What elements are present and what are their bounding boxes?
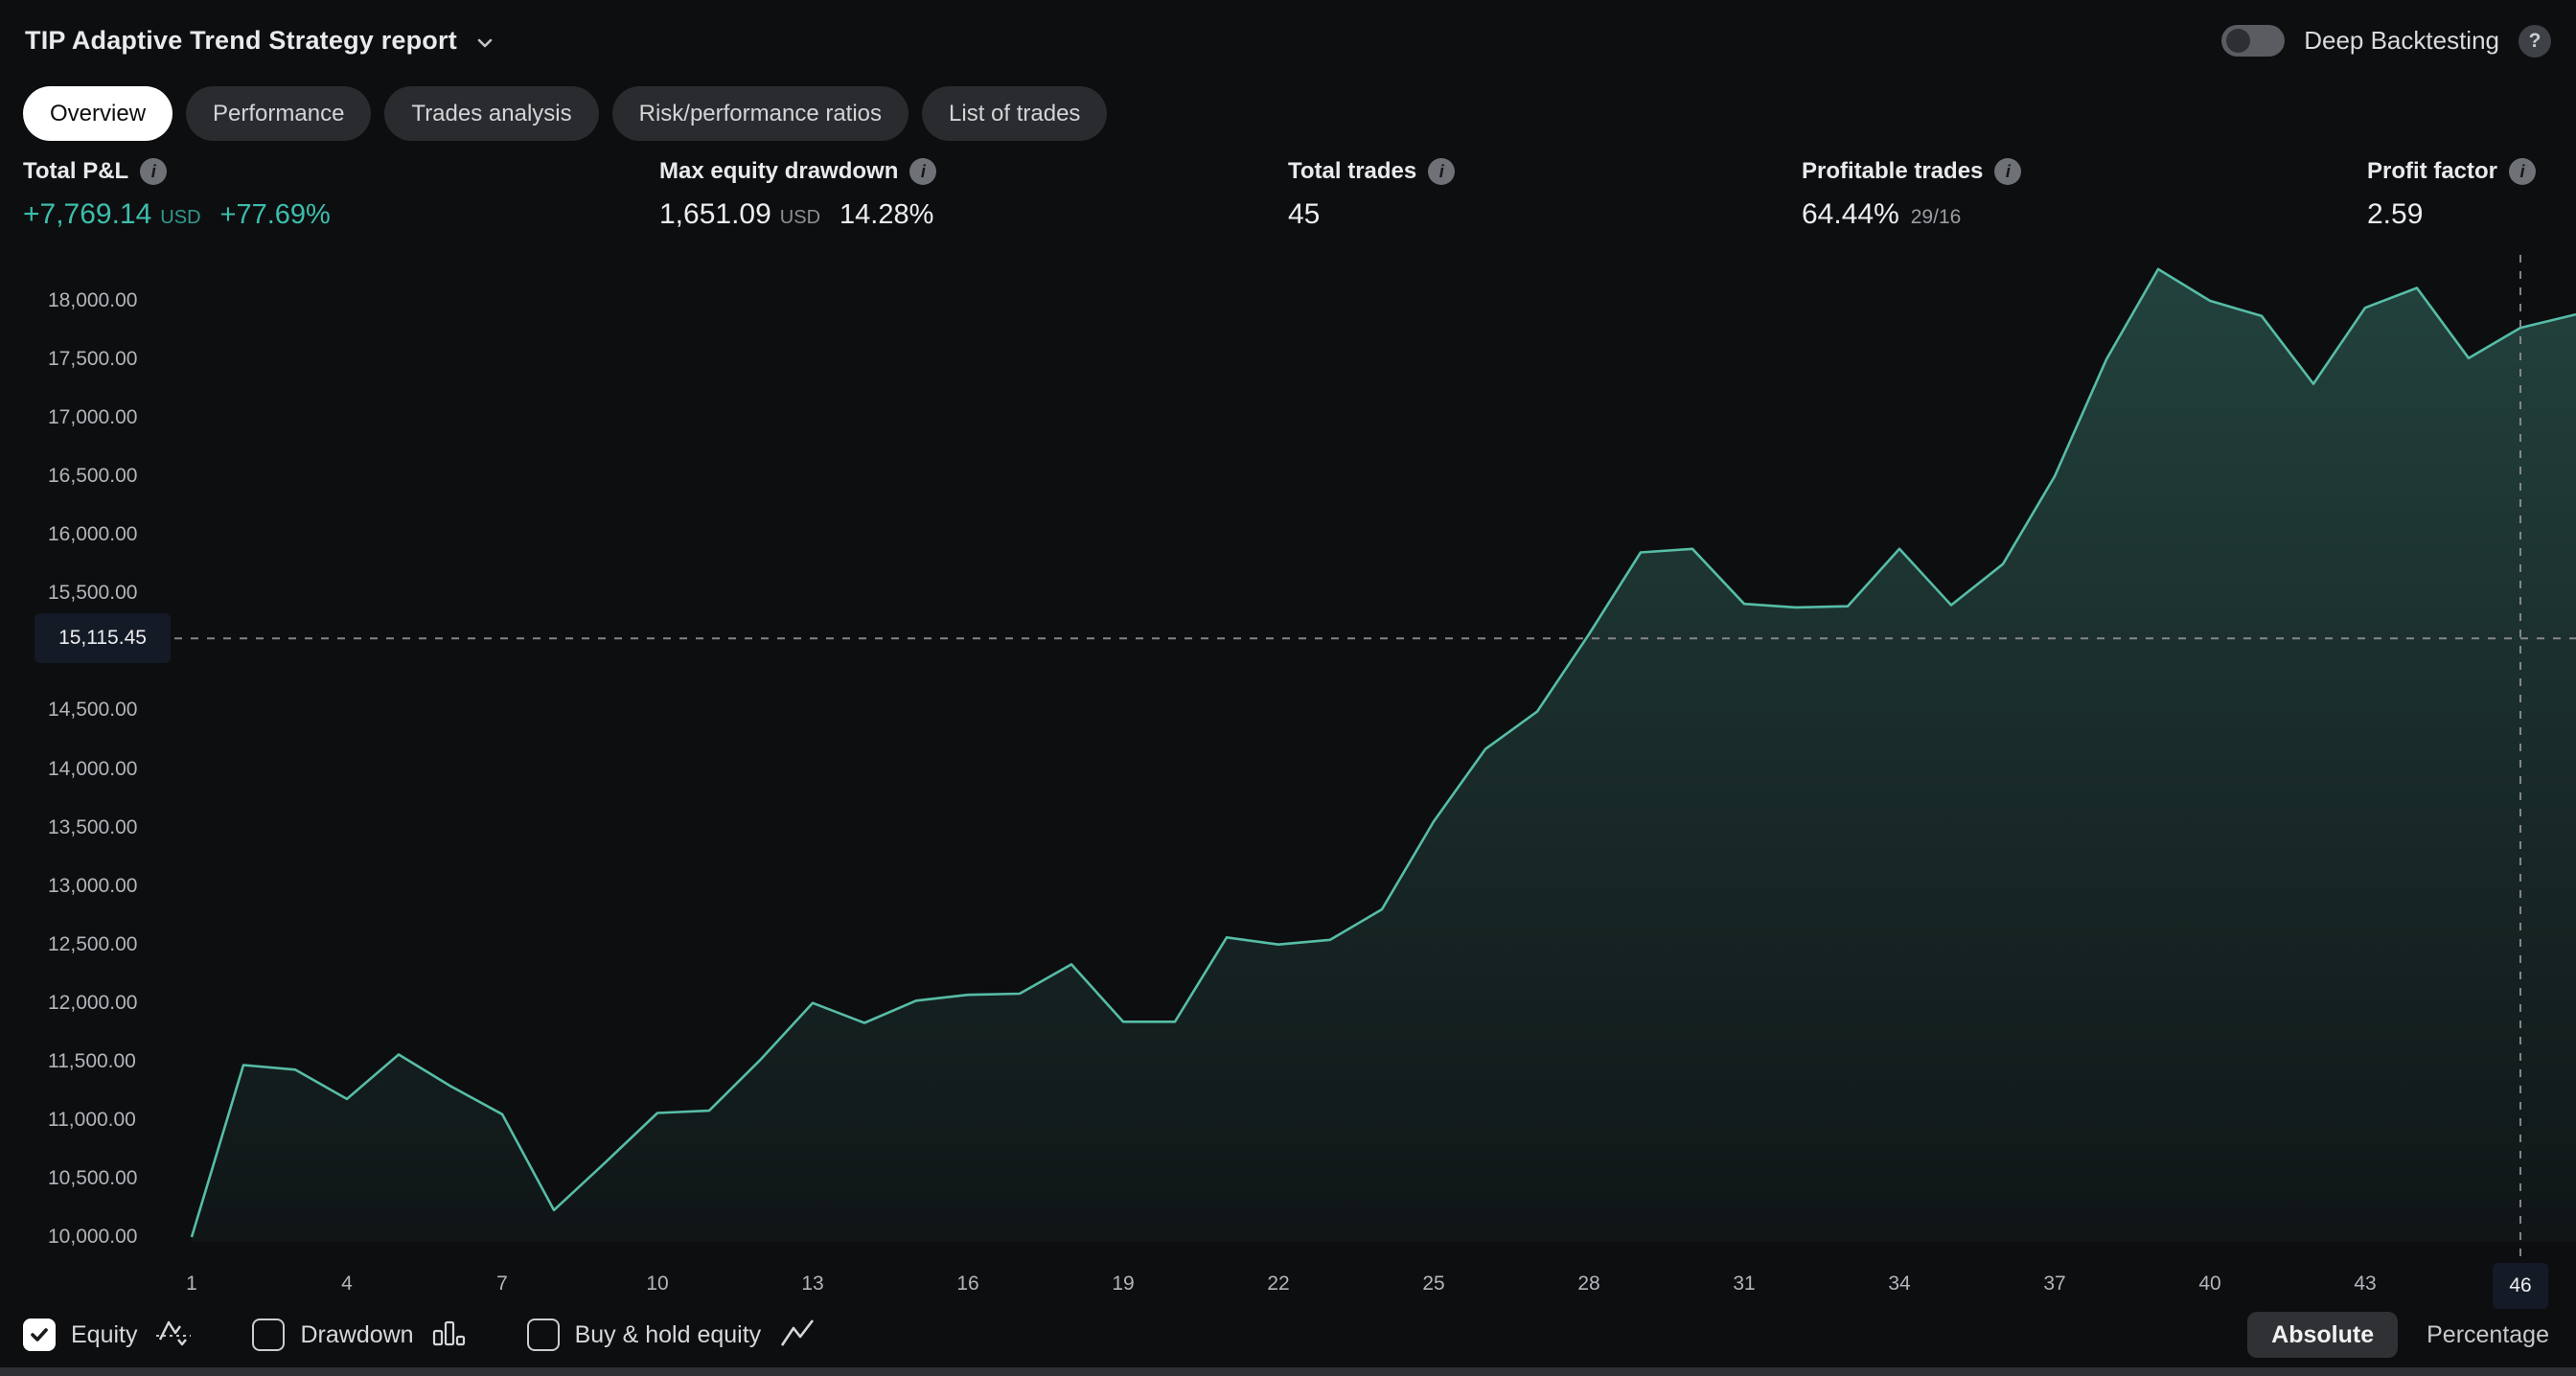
help-icon[interactable]: ? xyxy=(2518,25,2551,57)
equity-label: Equity xyxy=(71,1321,137,1349)
stat-ratio: 29/16 xyxy=(1911,206,1962,229)
crosshair-x-label: 46 xyxy=(2493,1263,2548,1309)
stat-currency: USD xyxy=(780,207,820,229)
stat-value: 2.59 xyxy=(2367,198,2423,231)
chevron-down-icon xyxy=(471,29,499,57)
y-axis-label: 13,500.00 xyxy=(48,816,137,839)
deep-backtesting-toggle[interactable] xyxy=(2221,25,2285,57)
x-axis-label: 43 xyxy=(2354,1273,2376,1296)
buy-hold-label: Buy & hold equity xyxy=(575,1321,762,1349)
stat-label: Profitable trades xyxy=(1802,158,1983,185)
equity-series-toggle[interactable]: Equity xyxy=(23,1317,193,1353)
x-axis-label: 25 xyxy=(1422,1273,1444,1296)
crosshair-price-label: 15,115.45 xyxy=(34,613,171,663)
y-axis-label: 14,500.00 xyxy=(48,699,137,722)
zigzag-line-icon xyxy=(778,1317,816,1353)
stat-currency: USD xyxy=(160,207,200,229)
x-axis-label: 4 xyxy=(341,1273,353,1296)
histogram-icon xyxy=(431,1317,468,1353)
stat-value: 1,651.09 xyxy=(659,198,771,231)
y-axis-label: 17,500.00 xyxy=(48,348,137,371)
stat-value: 64.44% xyxy=(1802,198,1899,231)
stat-label: Max equity drawdown xyxy=(659,158,898,185)
y-axis-label: 16,000.00 xyxy=(48,523,137,546)
stat-label: Total P&L xyxy=(23,158,128,185)
stat-label: Profit factor xyxy=(2367,158,2497,185)
tab-risk-performance-ratios[interactable]: Risk/performance ratios xyxy=(612,86,908,141)
percentage-mode-button[interactable]: Percentage xyxy=(2426,1321,2549,1349)
tab-overview[interactable]: Overview xyxy=(23,86,172,141)
y-axis-label: 15,500.00 xyxy=(48,582,137,605)
drawdown-label: Drawdown xyxy=(300,1321,413,1349)
x-axis-label: 16 xyxy=(956,1273,978,1296)
x-axis-label: 19 xyxy=(1112,1273,1134,1296)
info-icon[interactable]: i xyxy=(140,158,167,185)
stats-row: Total P&L i +7,769.14 USD +77.69% Max eq… xyxy=(0,158,2576,264)
absolute-mode-button[interactable]: Absolute xyxy=(2247,1312,2398,1358)
equity-checkbox[interactable] xyxy=(23,1319,56,1351)
y-axis-label: 16,500.00 xyxy=(48,465,137,488)
y-axis-label: 11,000.00 xyxy=(48,1109,136,1132)
y-axis-label: 18,000.00 xyxy=(48,289,137,312)
report-title-dropdown[interactable]: TIP Adaptive Trend Strategy report xyxy=(25,25,499,57)
stat-total-pnl: Total P&L i +7,769.14 USD +77.69% xyxy=(23,158,331,231)
y-axis-label: 10,000.00 xyxy=(48,1226,137,1249)
info-icon[interactable]: i xyxy=(1428,158,1455,185)
tab-performance[interactable]: Performance xyxy=(186,86,371,141)
deep-backtesting-label: Deep Backtesting xyxy=(2304,26,2499,56)
y-axis-label: 12,000.00 xyxy=(48,992,137,1015)
y-axis-label: 11,500.00 xyxy=(48,1050,136,1073)
drawdown-series-toggle[interactable]: Drawdown xyxy=(252,1317,467,1353)
x-axis-label: 7 xyxy=(496,1273,508,1296)
checkmark-icon xyxy=(28,1323,51,1346)
stat-total-trades: Total trades i 45 xyxy=(1288,158,1455,231)
stat-value: +7,769.14 xyxy=(23,198,151,231)
equity-curve-icon xyxy=(154,1317,193,1353)
x-axis-label: 13 xyxy=(801,1273,823,1296)
chart-footer: Equity Drawdown Buy & hold equity Absolu… xyxy=(0,1304,2576,1365)
x-axis-label: 34 xyxy=(1888,1273,1910,1296)
tab-list-of-trades[interactable]: List of trades xyxy=(922,86,1107,141)
x-axis-label: 1 xyxy=(186,1273,197,1296)
x-axis-label: 28 xyxy=(1577,1273,1599,1296)
info-icon[interactable]: i xyxy=(909,158,936,185)
x-axis-label: 37 xyxy=(2043,1273,2065,1296)
y-axis-label: 13,000.00 xyxy=(48,875,137,898)
stat-profitable-trades: Profitable trades i 64.44% 29/16 xyxy=(1802,158,2021,231)
stat-profit-factor: Profit factor i 2.59 xyxy=(2367,158,2536,231)
y-axis-label: 14,000.00 xyxy=(48,758,137,781)
bottom-edge-bar[interactable] xyxy=(0,1367,2576,1376)
stat-label: Total trades xyxy=(1288,158,1416,185)
buy-hold-checkbox[interactable] xyxy=(527,1319,560,1351)
equity-area-fill xyxy=(192,269,2576,1242)
x-axis-label: 22 xyxy=(1267,1273,1289,1296)
stat-value: 45 xyxy=(1288,198,1320,231)
y-axis-label: 10,500.00 xyxy=(48,1167,137,1190)
x-axis-label: 40 xyxy=(2198,1273,2220,1296)
stat-percent: 14.28% xyxy=(840,199,933,231)
buy-hold-equity-series-toggle[interactable]: Buy & hold equity xyxy=(527,1317,817,1353)
toggle-knob xyxy=(2226,29,2250,53)
x-axis-label: 10 xyxy=(646,1273,668,1296)
stat-max-equity-drawdown: Max equity drawdown i 1,651.09 USD 14.28… xyxy=(659,158,936,231)
drawdown-checkbox[interactable] xyxy=(252,1319,285,1351)
y-axis-label: 17,000.00 xyxy=(48,406,137,429)
x-axis-label: 31 xyxy=(1733,1273,1755,1296)
report-tabs: Overview Performance Trades analysis Ris… xyxy=(23,86,1107,141)
page-title: TIP Adaptive Trend Strategy report xyxy=(25,26,457,56)
report-header: TIP Adaptive Trend Strategy report Deep … xyxy=(0,0,2576,81)
y-axis-label: 12,500.00 xyxy=(48,933,137,956)
info-icon[interactable]: i xyxy=(2509,158,2536,185)
info-icon[interactable]: i xyxy=(1994,158,2021,185)
stat-percent: +77.69% xyxy=(220,199,331,231)
tab-trades-analysis[interactable]: Trades analysis xyxy=(384,86,598,141)
